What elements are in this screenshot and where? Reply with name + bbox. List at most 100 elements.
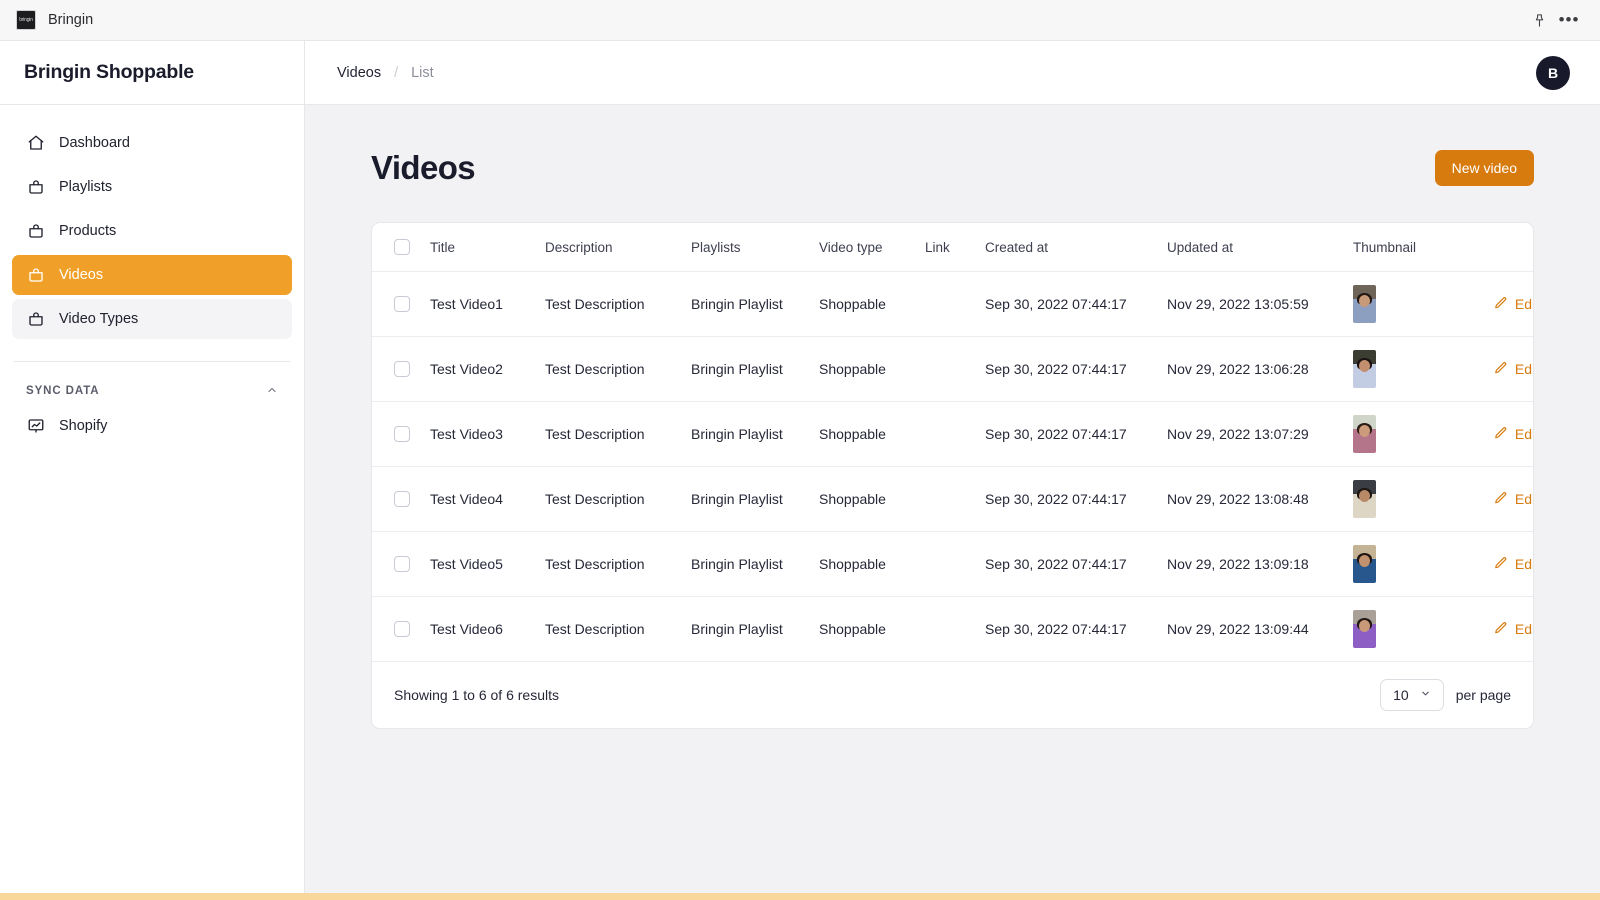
- edit-label: Edit: [1514, 426, 1533, 442]
- videos-table-card: Title Description Playlists Video type L…: [371, 222, 1534, 729]
- sidebar-item-dashboard[interactable]: Dashboard: [12, 123, 292, 163]
- sidebar-item-shopify[interactable]: Shopify: [12, 406, 292, 446]
- video-thumbnail[interactable]: [1353, 285, 1376, 323]
- cell-playlists: Bringin Playlist: [691, 271, 819, 337]
- cell-video-type: Shoppable: [819, 596, 925, 662]
- row-checkbox[interactable]: [394, 556, 410, 572]
- cell-updated-at: Nov 29, 2022 13:08:48: [1167, 466, 1353, 532]
- row-select-cell: [372, 466, 430, 532]
- table-header-row: Title Description Playlists Video type L…: [372, 223, 1533, 272]
- table-header: Title Description Playlists Video type L…: [372, 223, 1533, 272]
- sidebar-item-label: Videos: [59, 267, 104, 283]
- row-checkbox[interactable]: [394, 426, 410, 442]
- video-thumbnail[interactable]: [1353, 610, 1376, 648]
- new-video-button[interactable]: New video: [1434, 150, 1534, 186]
- video-thumbnail[interactable]: [1353, 480, 1376, 518]
- table-row[interactable]: Test Video1 Test Description Bringin Playl…: [372, 271, 1533, 337]
- cell-updated-at: Nov 29, 2022 13:09:44: [1167, 596, 1353, 662]
- pin-icon[interactable]: [1524, 5, 1554, 35]
- edit-button[interactable]: Edit: [1471, 621, 1533, 638]
- content-topbar: Videos / List B: [305, 41, 1600, 105]
- cell-title: Test Video1: [430, 271, 545, 337]
- pencil-icon: [1494, 296, 1508, 313]
- cell-playlists: Bringin Playlist: [691, 596, 819, 662]
- edit-button[interactable]: Edit: [1471, 361, 1533, 378]
- sidebar-sync-nav: Shopify: [0, 406, 304, 450]
- pencil-icon: [1494, 491, 1508, 508]
- edit-button[interactable]: Edit: [1471, 491, 1533, 508]
- per-page-select[interactable]: 10: [1380, 679, 1444, 711]
- column-header-video-type[interactable]: Video type: [819, 223, 925, 272]
- column-header-description[interactable]: Description: [545, 223, 691, 272]
- chevron-up-icon: [266, 384, 278, 398]
- pencil-icon: [1494, 361, 1508, 378]
- column-header-updated-at[interactable]: Updated at: [1167, 223, 1353, 272]
- column-header-link[interactable]: Link: [925, 223, 985, 272]
- cell-description: Test Description: [545, 271, 691, 337]
- edit-label: Edit: [1514, 621, 1533, 637]
- sidebar: Bringin Shoppable Dashboard Playlists Pr…: [0, 41, 305, 893]
- column-header-playlists[interactable]: Playlists: [691, 223, 819, 272]
- sidebar-item-video-types[interactable]: Video Types: [12, 299, 292, 339]
- column-header-title[interactable]: Title: [430, 223, 545, 272]
- table-row[interactable]: Test Video6 Test Description Bringin Playl…: [372, 596, 1533, 662]
- breadcrumb-list[interactable]: List: [411, 65, 434, 81]
- cell-link: [925, 466, 985, 532]
- cell-thumbnail: [1353, 336, 1471, 402]
- cell-link: [925, 596, 985, 662]
- row-checkbox[interactable]: [394, 491, 410, 507]
- select-all-checkbox[interactable]: [394, 239, 410, 255]
- cell-playlists: Bringin Playlist: [691, 466, 819, 532]
- edit-button[interactable]: Edit: [1471, 556, 1533, 573]
- pencil-icon: [1494, 556, 1508, 573]
- cell-video-type: Shoppable: [819, 466, 925, 532]
- bottom-accent-bar: [0, 893, 1600, 900]
- cell-updated-at: Nov 29, 2022 13:09:18: [1167, 531, 1353, 597]
- sidebar-item-products[interactable]: Products: [12, 211, 292, 251]
- breadcrumb-videos[interactable]: Videos: [337, 65, 381, 81]
- sidebar-brand: Bringin Shoppable: [0, 41, 304, 105]
- cell-actions: Edit: [1471, 531, 1533, 597]
- sidebar-item-label: Playlists: [59, 179, 113, 195]
- column-header-thumbnail[interactable]: Thumbnail: [1353, 223, 1471, 272]
- cell-created-at: Sep 30, 2022 07:44:17: [985, 531, 1167, 597]
- sidebar-item-label: Dashboard: [59, 135, 130, 151]
- presentation-chart-icon: [26, 417, 45, 436]
- sidebar-section-sync-data[interactable]: SYNC DATA: [12, 384, 292, 398]
- avatar[interactable]: B: [1536, 55, 1570, 90]
- cell-title: Test Video6: [430, 596, 545, 662]
- video-thumbnail[interactable]: [1353, 545, 1376, 583]
- cell-link: [925, 336, 985, 402]
- cell-link: [925, 531, 985, 597]
- table-body: Test Video1 Test Description Bringin Playl…: [372, 271, 1533, 662]
- cell-created-at: Sep 30, 2022 07:44:17: [985, 336, 1167, 402]
- table-row[interactable]: Test Video2 Test Description Bringin Playl…: [372, 336, 1533, 402]
- row-checkbox[interactable]: [394, 621, 410, 637]
- per-page-control: 10 per page: [1380, 679, 1511, 711]
- video-thumbnail[interactable]: [1353, 415, 1376, 453]
- sidebar-item-playlists[interactable]: Playlists: [12, 167, 292, 207]
- row-checkbox[interactable]: [394, 361, 410, 377]
- table-row[interactable]: Test Video4 Test Description Bringin Playl…: [372, 466, 1533, 532]
- cell-video-type: Shoppable: [819, 531, 925, 597]
- sidebar-item-videos[interactable]: Videos: [12, 255, 292, 295]
- bag-icon: [26, 310, 45, 329]
- column-header-created-at[interactable]: Created at: [985, 223, 1167, 272]
- page-container: Videos New video Title Description Playl…: [305, 105, 1600, 729]
- page-scroll-area: Videos New video Title Description Playl…: [305, 105, 1600, 893]
- row-select-cell: [372, 271, 430, 337]
- table-row[interactable]: Test Video5 Test Description Bringin Playl…: [372, 531, 1533, 597]
- table-footer: Showing 1 to 6 of 6 results 10 per page: [372, 662, 1533, 728]
- bag-icon: [26, 178, 45, 197]
- results-summary: Showing 1 to 6 of 6 results: [394, 687, 559, 703]
- edit-button[interactable]: Edit: [1471, 296, 1533, 313]
- cell-actions: Edit: [1471, 401, 1533, 467]
- table-row[interactable]: Test Video3 Test Description Bringin Playl…: [372, 401, 1533, 467]
- sidebar-item-label: Video Types: [59, 311, 139, 327]
- edit-button[interactable]: Edit: [1471, 426, 1533, 443]
- more-horizontal-icon[interactable]: •••: [1554, 5, 1584, 35]
- row-checkbox[interactable]: [394, 296, 410, 312]
- video-thumbnail[interactable]: [1353, 350, 1376, 388]
- edit-label: Edit: [1514, 491, 1533, 507]
- cell-video-type: Shoppable: [819, 271, 925, 337]
